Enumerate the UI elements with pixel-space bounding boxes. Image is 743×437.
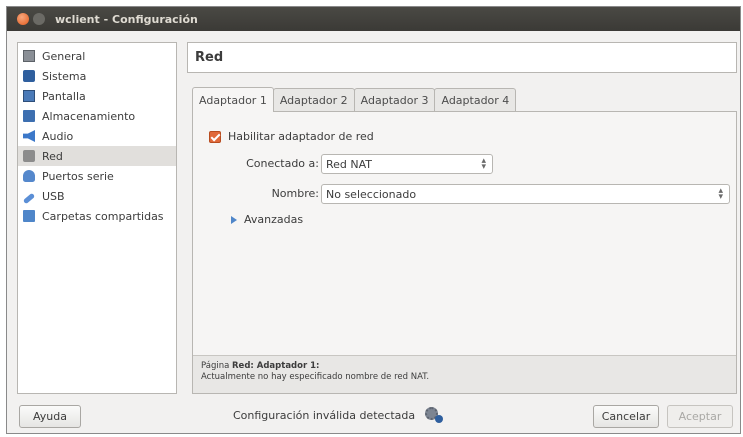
folder-icon xyxy=(23,210,35,222)
accept-button[interactable]: Aceptar xyxy=(667,405,733,428)
network-name-select[interactable]: No seleccionado ▴ ▾ xyxy=(321,184,730,204)
usb-icon xyxy=(22,192,36,204)
settings-window: wclient - Configuración General Sistema … xyxy=(6,6,741,434)
info-message: Actualmente no hay especificado nombre d… xyxy=(201,372,430,382)
tab-adaptador-4[interactable]: Adaptador 4 xyxy=(434,88,517,111)
sidebar-item-sistema[interactable]: Sistema xyxy=(18,66,176,86)
sidebar-item-audio[interactable]: Audio xyxy=(18,126,176,146)
enable-adapter-row[interactable]: Habilitar adaptador de red xyxy=(209,130,374,143)
speaker-icon xyxy=(23,130,35,142)
sidebar-item-pantalla[interactable]: Pantalla xyxy=(18,86,176,106)
storage-icon xyxy=(23,110,35,122)
status-message: Configuración inválida detectada xyxy=(233,407,444,423)
attached-to-label: Conectado a: xyxy=(246,157,319,170)
system-chip-icon xyxy=(23,70,35,82)
updown-icon: ▴ ▾ xyxy=(481,156,486,172)
name-label: Nombre: xyxy=(271,187,319,200)
info-bold: Red: Adaptador 1: xyxy=(232,361,320,371)
network-icon xyxy=(23,150,35,162)
validation-info-box: Página Red: Adaptador 1: Actualmente no … xyxy=(193,355,736,393)
help-button[interactable]: Ayuda xyxy=(19,405,81,428)
cancel-button[interactable]: Cancelar xyxy=(593,405,659,428)
info-heading: Página Red: Adaptador 1: xyxy=(201,361,728,372)
tab-adaptador-2[interactable]: Adaptador 2 xyxy=(272,88,355,111)
sidebar-item-almacenamiento[interactable]: Almacenamiento xyxy=(18,106,176,126)
attached-to-select[interactable]: Red NAT ▴ ▾ xyxy=(321,154,493,174)
adapter-tabs: Adaptador 1 Adaptador 2 Adaptador 3 Adap… xyxy=(192,87,517,112)
window-title: wclient - Configuración xyxy=(55,12,198,26)
close-window-button[interactable] xyxy=(17,13,29,25)
invalid-settings-icon[interactable] xyxy=(425,407,444,423)
updown-icon: ▴ ▾ xyxy=(718,186,723,202)
adapter-panel: Habilitar adaptador de red Conectado a: … xyxy=(192,111,737,394)
sidebar-item-puertos-serie[interactable]: Puertos serie xyxy=(18,166,176,186)
sidebar-item-label: Sistema xyxy=(42,69,87,83)
minimize-window-button[interactable] xyxy=(33,13,45,25)
display-icon xyxy=(23,90,35,102)
tab-adaptador-1[interactable]: Adaptador 1 xyxy=(192,87,274,112)
status-text: Configuración inválida detectada xyxy=(233,408,416,422)
tab-adaptador-3[interactable]: Adaptador 3 xyxy=(353,88,436,111)
sidebar-item-general[interactable]: General xyxy=(18,46,176,66)
general-icon xyxy=(23,50,35,62)
serial-port-icon xyxy=(23,170,35,182)
sidebar-item-label: Puertos serie xyxy=(42,169,114,183)
expand-arrow-icon xyxy=(231,215,237,224)
button-bar: Ayuda Configuración inválida detectada C… xyxy=(7,400,740,432)
sidebar-item-usb[interactable]: USB xyxy=(18,186,176,206)
network-name-value: No seleccionado xyxy=(326,187,417,201)
advanced-expander[interactable]: Avanzadas xyxy=(231,213,303,226)
sidebar-item-label: Almacenamiento xyxy=(42,109,136,123)
advanced-label: Avanzadas xyxy=(244,213,304,226)
enable-adapter-label: Habilitar adaptador de red xyxy=(228,130,374,143)
settings-sidebar: General Sistema Pantalla Almacenamiento … xyxy=(17,42,177,394)
sidebar-item-label: Red xyxy=(42,149,63,163)
sidebar-item-label: Pantalla xyxy=(42,89,86,103)
title-bar: wclient - Configuración xyxy=(7,7,740,31)
sidebar-item-red[interactable]: Red xyxy=(18,146,176,166)
sidebar-item-label: Carpetas compartidas xyxy=(42,209,164,223)
sidebar-item-carpetas-compartidas[interactable]: Carpetas compartidas xyxy=(18,206,176,226)
enable-adapter-checkbox[interactable] xyxy=(209,130,221,143)
info-prefix: Página xyxy=(201,361,233,371)
sidebar-item-label: Audio xyxy=(42,129,74,143)
sidebar-item-label: USB xyxy=(42,189,65,203)
attached-to-value: Red NAT xyxy=(326,157,373,171)
page-title: Red xyxy=(187,42,737,73)
sidebar-item-label: General xyxy=(42,49,86,63)
